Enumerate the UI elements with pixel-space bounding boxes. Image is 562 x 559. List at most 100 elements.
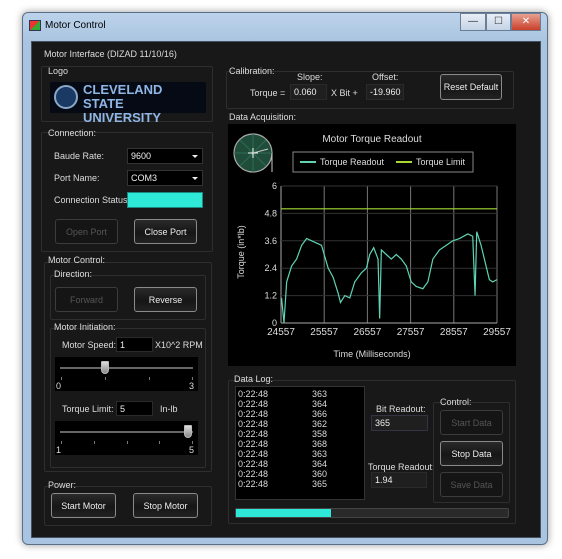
list-item[interactable]: 0:22:48 360 [238,469,364,479]
speed-min-label: 0 [56,381,62,391]
speed-max-label: 3 [188,381,194,391]
log-time: 0:22:48 [238,429,269,439]
progress-fill [236,509,332,517]
window-title: Motor Control [45,20,106,31]
save-data-button[interactable]: Save Data [440,472,503,497]
chevron-down-icon [192,177,198,183]
baud-rate-label: Baude Rate: [54,151,105,161]
connection-status-indicator [127,192,203,208]
x-tick-label: 29557 [483,327,511,338]
slider-thumb[interactable] [101,361,109,374]
start-motor-button[interactable]: Start Motor [51,493,116,518]
slope-label: Slope: [297,72,323,82]
chart-title: Motor Torque Readout [322,134,422,145]
offset-input[interactable]: -19.960 [366,84,404,100]
torque-readout-input[interactable]: 1.94 [371,472,427,488]
torque-limit-input[interactable]: 5 [116,401,153,416]
legend-readout: Torque Readout [320,157,385,167]
data-acquisition-label: Data Acquisition: [229,112,297,122]
connection-status-label: Connection Status: [54,195,131,205]
torque-chart: Motor Torque Readout Torque Readout Torq… [233,133,511,359]
torque-limit-label: Torque Limit: [62,404,114,414]
x-axis-label: Time (Milliseconds) [333,349,410,359]
baud-rate-value: 9600 [131,151,152,161]
forward-button[interactable]: Forward [55,287,118,312]
minimize-button[interactable]: — [460,13,486,31]
motor-initiation-label: Motor Initiation: [54,322,116,332]
log-value: 362 [312,419,328,429]
y-tick-label: 1.2 [264,291,277,301]
close-port-button[interactable]: Close Port [134,219,197,244]
list-item[interactable]: 0:22:48 363 [238,449,364,459]
start-data-button[interactable]: Start Data [440,410,503,435]
log-time: 0:22:48 [238,439,269,449]
gauge-icon [233,133,273,173]
x-tick-label: 24557 [267,327,295,338]
port-name-label: Port Name: [54,173,100,183]
connection-label: Connection: [48,128,97,138]
reverse-button[interactable]: Reverse [134,287,197,312]
y-tick-label: 2.4 [264,263,277,273]
log-value: 358 [312,429,328,439]
list-item[interactable]: 0:22:48 364 [238,459,364,469]
logo-line2: UNIVERSITY [83,110,162,125]
bit-readout-input[interactable]: 365 [371,415,428,431]
log-time: 0:22:48 [238,419,269,429]
baud-rate-select[interactable]: 9600 [127,148,203,164]
slope-input[interactable]: 0.060 [290,84,327,100]
app-icon [29,20,41,31]
motor-speed-label: Motor Speed: [62,340,117,350]
open-port-button[interactable]: Open Port [55,219,118,244]
progress-bar [235,508,509,518]
list-item[interactable]: 0:22:48 358 [238,429,364,439]
y-tick-label: 4.8 [264,208,277,218]
stop-data-button[interactable]: Stop Data [440,441,503,466]
log-value: 366 [312,409,328,419]
log-time: 0:22:48 [238,389,269,399]
list-item[interactable]: 0:22:48 362 [238,419,364,429]
torque-min-label: 1 [56,445,62,455]
y-tick-label: 6 [272,181,277,191]
x-tick-label: 25557 [310,327,338,338]
torque-max-label: 5 [188,445,194,455]
list-item[interactable]: 0:22:48 363 [238,389,364,399]
torque-readout-line [280,231,498,324]
log-value: 364 [312,399,328,409]
log-value: 365 [312,479,328,489]
log-value: 360 [312,469,328,479]
logo-line1: CLEVELAND STATE [83,82,163,111]
port-name-select[interactable]: COM3 [127,170,203,186]
torque-limit-slider[interactable]: 1 5 [55,421,198,455]
log-value: 363 [312,449,328,459]
list-item[interactable]: 0:22:48 368 [238,439,364,449]
seal-icon [54,85,78,109]
calibration-label: Calibration: [229,66,275,76]
torque-equation-label: Torque = [250,88,286,98]
log-time: 0:22:48 [238,409,269,419]
xbit-label: X Bit + [331,88,358,98]
log-value: 368 [312,439,328,449]
motor-speed-input[interactable]: 1 [116,337,153,352]
log-value: 363 [312,389,328,399]
logo-label: Logo [48,66,69,76]
port-name-value: COM3 [131,173,158,183]
list-item[interactable]: 0:22:48 366 [238,409,364,419]
stop-motor-button[interactable]: Stop Motor [133,493,198,518]
close-button[interactable]: ✕ [511,13,541,31]
list-item[interactable]: 0:22:48 365 [238,479,364,489]
data-log-list[interactable]: 0:22:48 363 0:22:48 364 0:22:48 366 0:22:48 362… [235,386,365,500]
motor-speed-slider[interactable]: 0 3 [55,357,198,391]
maximize-button[interactable]: ☐ [486,13,511,31]
main-group-label: Motor Interface (DIZAD 11/10/16) [44,49,177,59]
offset-label: Offset: [372,72,399,82]
bit-readout-label: Bit Readout: [376,404,426,414]
log-time: 0:22:48 [238,469,269,479]
motor-control-label: Motor Control: [48,255,106,265]
list-item[interactable]: 0:22:48 364 [238,399,364,409]
reset-default-button[interactable]: Reset Default [440,74,502,100]
slider-thumb[interactable] [184,425,192,438]
csu-logo: CLEVELAND STATE UNIVERSITY [50,82,206,125]
power-label: Power: [48,480,77,490]
log-time: 0:22:48 [238,399,269,409]
data-log-label: Data Log: [234,374,274,384]
